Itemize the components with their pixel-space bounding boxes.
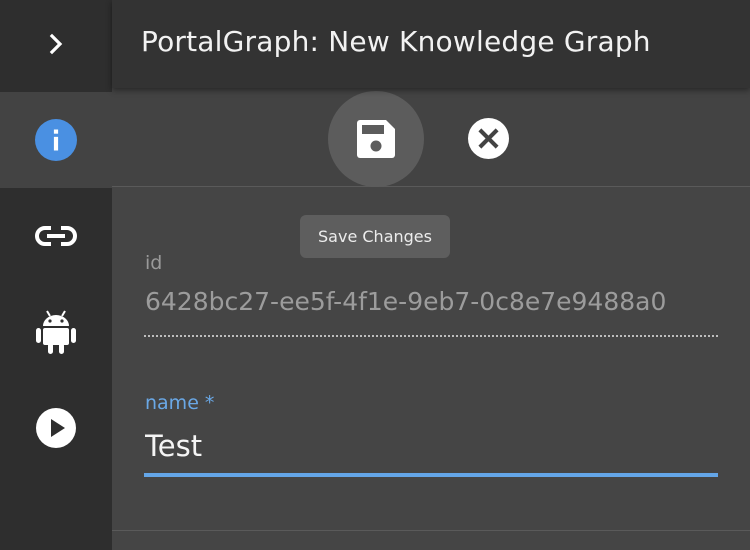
save-tooltip: Save Changes: [300, 215, 450, 258]
expand-rail-button[interactable]: [0, 0, 112, 88]
play-circle-icon: [36, 408, 76, 448]
rail-item-info[interactable]: [0, 92, 112, 188]
android-icon: [36, 310, 76, 354]
rail-item-play[interactable]: [0, 380, 112, 476]
name-field-underline: [144, 473, 718, 477]
name-field-label: name *: [145, 392, 215, 414]
id-field-label: id: [145, 252, 163, 274]
chevron-right-icon: [49, 33, 63, 55]
floppy-disk-icon: [357, 120, 395, 158]
editor-toolbar: [112, 88, 750, 187]
app-header: PortalGraph: New Knowledge Graph: [112, 0, 750, 88]
close-button[interactable]: [464, 114, 512, 162]
id-field-value: 6428bc27-ee5f-4f1e-9eb7-0c8e7e9488a0: [145, 287, 667, 316]
section-divider: [112, 530, 750, 531]
name-input[interactable]: [144, 424, 718, 468]
side-rail: [0, 0, 112, 550]
link-icon: [35, 226, 77, 246]
save-button[interactable]: [328, 91, 424, 187]
id-field-underline: [144, 335, 718, 337]
page-title: PortalGraph: New Knowledge Graph: [141, 25, 651, 58]
rail-item-link[interactable]: [0, 188, 112, 284]
info-circle-icon: [35, 119, 77, 161]
close-circle-icon: [467, 117, 509, 159]
rail-item-android[interactable]: [0, 284, 112, 380]
